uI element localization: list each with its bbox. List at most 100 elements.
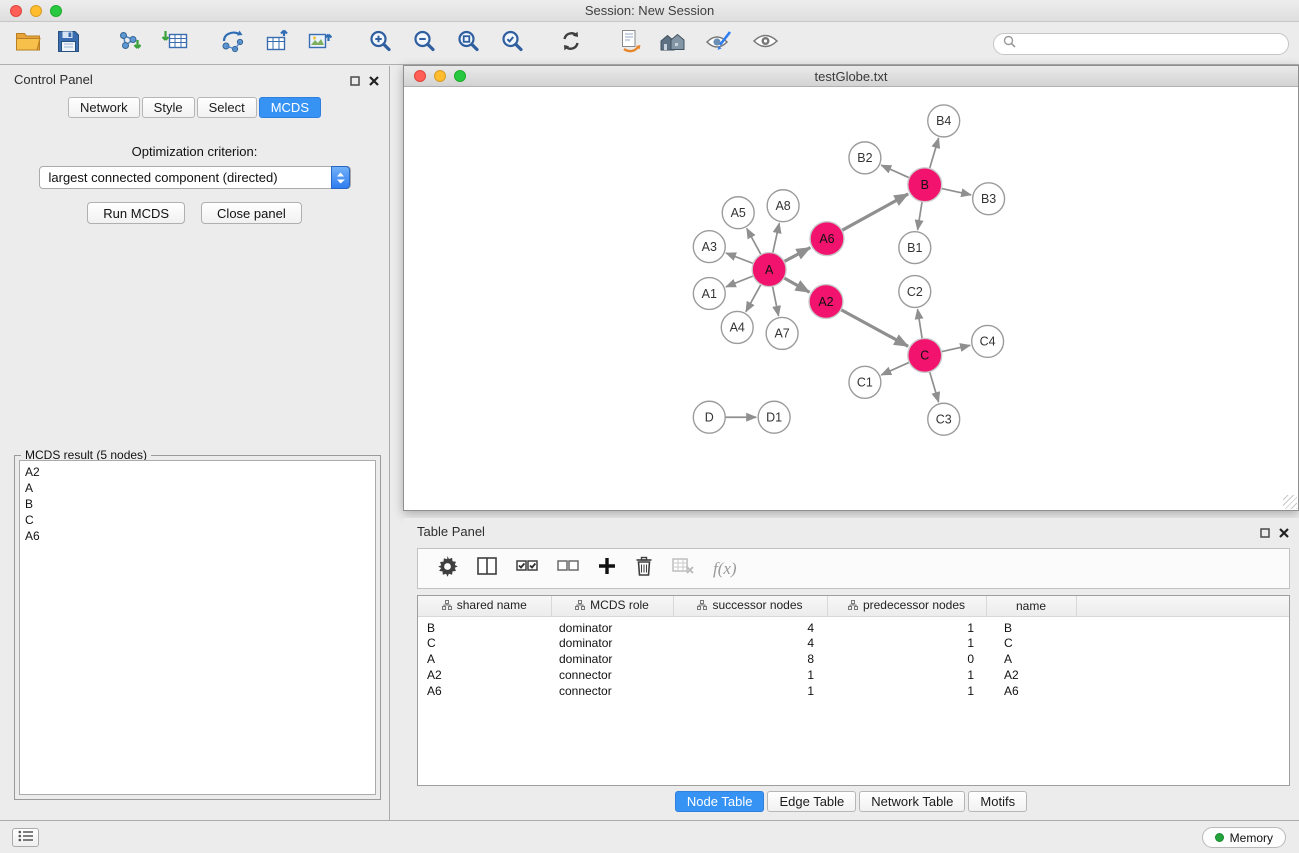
graph-node-C2[interactable]: C2: [899, 276, 931, 308]
close-window-button[interactable]: [10, 5, 22, 17]
result-item[interactable]: C: [20, 512, 375, 528]
table-float-panel-icon[interactable]: [1260, 525, 1270, 543]
graph-edge-A6-B[interactable]: [842, 194, 908, 231]
graph-node-A8[interactable]: A8: [767, 190, 799, 222]
optimization-criterion-select[interactable]: largest connected component (directed): [39, 166, 351, 189]
graph-edge-A-A2[interactable]: [784, 278, 810, 292]
table-tab-network-table[interactable]: Network Table: [859, 791, 965, 812]
table-tab-edge-table[interactable]: Edge Table: [767, 791, 856, 812]
column-header-shared-name[interactable]: shared name: [418, 596, 551, 616]
graph-node-A[interactable]: A: [752, 253, 786, 287]
network-minimize-button[interactable]: [434, 70, 446, 82]
table-close-panel-icon[interactable]: [1279, 525, 1289, 543]
graph-edge-B-B3[interactable]: [941, 188, 971, 195]
graph-edge-C-C2[interactable]: [918, 309, 923, 338]
column-header-predecessor-nodes[interactable]: predecessor nodes: [827, 596, 986, 616]
delete-table-button[interactable]: [672, 558, 694, 579]
graph-node-A7[interactable]: A7: [766, 317, 798, 349]
graph-node-C1[interactable]: C1: [849, 366, 881, 398]
run-mcds-button[interactable]: Run MCDS: [87, 202, 185, 224]
graph-node-B3[interactable]: B3: [973, 183, 1005, 215]
zoom-selected-button[interactable]: [495, 27, 529, 61]
network-canvas[interactable]: B4B2BB3A5A8A6B1A3AC2A1A2A4A7CC4C1C3DD1: [404, 88, 1298, 510]
float-panel-icon[interactable]: [350, 73, 360, 91]
graph-edge-C-C4[interactable]: [941, 345, 970, 351]
graph-edge-A-A3[interactable]: [726, 253, 753, 263]
graph-edge-B-B1[interactable]: [918, 202, 923, 230]
table-row[interactable]: Bdominator41B: [418, 616, 1289, 635]
column-header-MCDS-role[interactable]: MCDS role: [551, 596, 673, 616]
browser-home-button[interactable]: [655, 27, 689, 61]
network-window-titlebar[interactable]: testGlobe.txt: [404, 66, 1298, 87]
graph-node-A1[interactable]: A1: [693, 278, 725, 310]
graph-edge-A-A5[interactable]: [747, 228, 761, 254]
graph-node-B1[interactable]: B1: [899, 232, 931, 264]
column-header-name[interactable]: name: [986, 596, 1076, 616]
function-builder-button[interactable]: f(x): [713, 559, 737, 579]
annotation-mode-button[interactable]: [701, 27, 735, 61]
search-input[interactable]: [1021, 37, 1279, 51]
export-network-button[interactable]: [216, 27, 250, 61]
export-image-button[interactable]: [302, 27, 336, 61]
show-panels-button[interactable]: [12, 828, 39, 847]
export-document-button[interactable]: [613, 27, 647, 61]
close-panel-icon[interactable]: [369, 73, 379, 91]
graph-edge-A-A6[interactable]: [784, 248, 810, 262]
tab-network[interactable]: Network: [68, 97, 140, 118]
deselect-all-button[interactable]: [557, 559, 579, 578]
table-row[interactable]: Cdominator41C: [418, 635, 1289, 651]
graph-edge-C-C1[interactable]: [881, 362, 909, 375]
tab-style[interactable]: Style: [142, 97, 195, 118]
create-column-button[interactable]: [598, 557, 616, 580]
table-row[interactable]: A2connector11A2: [418, 667, 1289, 683]
graph-node-B[interactable]: B: [908, 168, 942, 202]
graph-edge-A-A4[interactable]: [746, 284, 761, 311]
export-table-button[interactable]: [259, 27, 293, 61]
result-item[interactable]: B: [20, 496, 375, 512]
save-session-button[interactable]: [51, 27, 85, 61]
mcds-result-list[interactable]: A2ABCA6: [19, 460, 376, 795]
result-item[interactable]: A: [20, 480, 375, 496]
graph-edge-A-A8[interactable]: [773, 223, 780, 253]
network-close-button[interactable]: [414, 70, 426, 82]
table-row[interactable]: A6connector11A6: [418, 683, 1289, 699]
graph-node-D[interactable]: D: [693, 401, 725, 433]
graph-node-A6[interactable]: A6: [810, 222, 844, 256]
tab-mcds[interactable]: MCDS: [259, 97, 321, 118]
resize-grip[interactable]: [1283, 495, 1297, 509]
column-header-successor-nodes[interactable]: successor nodes: [673, 596, 827, 616]
graph-node-A3[interactable]: A3: [693, 231, 725, 263]
delete-column-button[interactable]: [635, 556, 653, 581]
zoom-in-button[interactable]: [363, 27, 397, 61]
tab-select[interactable]: Select: [197, 97, 257, 118]
graph-node-A5[interactable]: A5: [722, 197, 754, 229]
show-graphics-button[interactable]: [748, 27, 782, 61]
table-tab-node-table[interactable]: Node Table: [675, 791, 765, 812]
graph-node-D1[interactable]: D1: [758, 401, 790, 433]
show-columns-button[interactable]: [477, 557, 497, 580]
graph-node-A4[interactable]: A4: [721, 311, 753, 343]
network-view[interactable]: B4B2BB3A5A8A6B1A3AC2A1A2A4A7CC4C1C3DD1: [404, 88, 1298, 510]
import-table-button[interactable]: [158, 27, 192, 61]
select-all-button[interactable]: [516, 559, 538, 578]
result-item[interactable]: A2: [20, 464, 375, 480]
graph-node-C4[interactable]: C4: [972, 325, 1004, 357]
graph-node-C3[interactable]: C3: [928, 403, 960, 435]
zoom-window-button[interactable]: [50, 5, 62, 17]
search-box[interactable]: [993, 33, 1289, 55]
graph-edge-B-B4[interactable]: [930, 138, 939, 168]
graph-node-B4[interactable]: B4: [928, 105, 960, 137]
import-network-button[interactable]: [112, 27, 146, 61]
table-settings-button[interactable]: [437, 556, 458, 582]
graph-edge-B-B2[interactable]: [881, 165, 909, 178]
open-session-button[interactable]: [11, 27, 45, 61]
graph-edge-A2-C[interactable]: [841, 310, 908, 347]
zoom-fit-button[interactable]: [451, 27, 485, 61]
network-zoom-button[interactable]: [454, 70, 466, 82]
graph-edge-C-C3[interactable]: [930, 372, 939, 402]
minimize-window-button[interactable]: [30, 5, 42, 17]
memory-button[interactable]: Memory: [1202, 827, 1286, 848]
graph-node-B2[interactable]: B2: [849, 142, 881, 174]
result-item[interactable]: A6: [20, 528, 375, 544]
zoom-out-button[interactable]: [407, 27, 441, 61]
